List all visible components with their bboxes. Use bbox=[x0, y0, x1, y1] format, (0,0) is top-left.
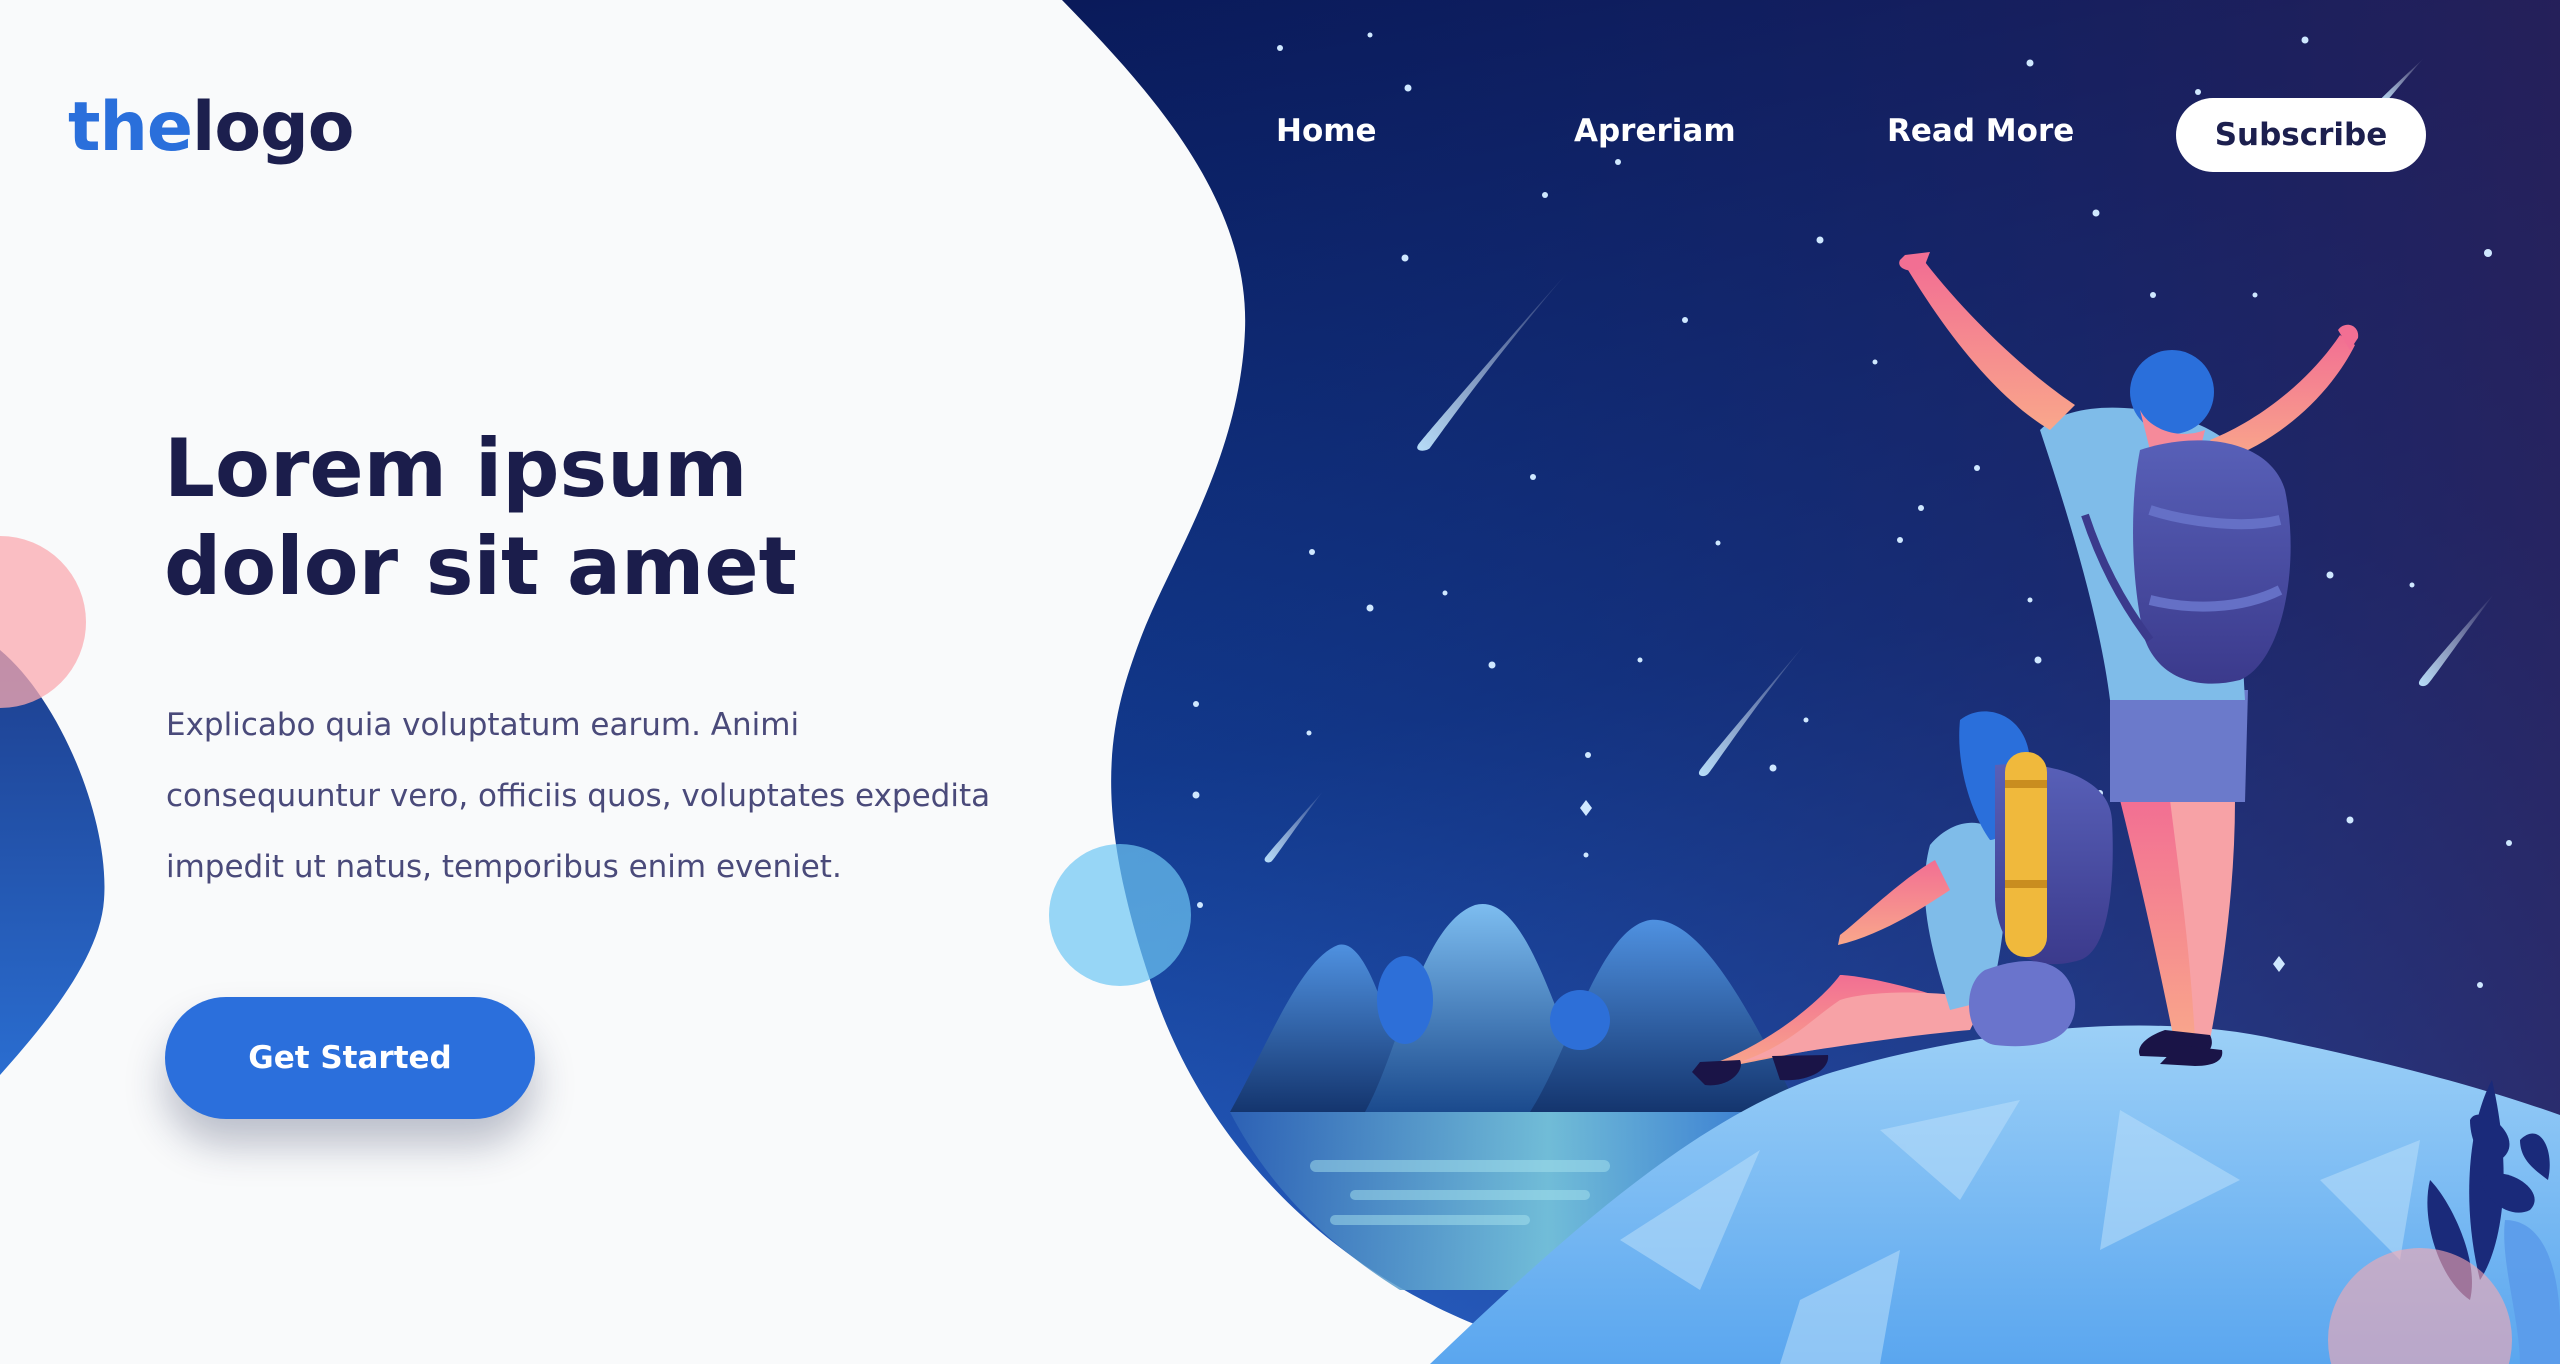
decor-circle-pink bbox=[0, 536, 86, 708]
left-blob bbox=[0, 650, 105, 1075]
nav-apreriam-link[interactable]: Apreriam bbox=[1574, 113, 1736, 149]
main-nav: Home Apreriam Read More Subscribe bbox=[0, 98, 2560, 172]
hero-title-line-2: dolor sit amet bbox=[164, 520, 797, 613]
decor-circle-blue bbox=[1049, 844, 1191, 986]
hero-title-line-1: Lorem ipsum bbox=[164, 422, 748, 515]
subscribe-button[interactable]: Subscribe bbox=[2176, 98, 2426, 172]
hero-description: Explicabo quia voluptatum earum. Animi c… bbox=[166, 707, 991, 885]
background-scene bbox=[0, 0, 2560, 1364]
nav-home-link[interactable]: Home bbox=[1276, 113, 1377, 149]
nav-read-more-link[interactable]: Read More bbox=[1887, 113, 2074, 149]
hero-title: Lorem ipsum dolor sit amet bbox=[164, 420, 1064, 616]
get-started-button[interactable]: Get Started bbox=[165, 997, 535, 1119]
